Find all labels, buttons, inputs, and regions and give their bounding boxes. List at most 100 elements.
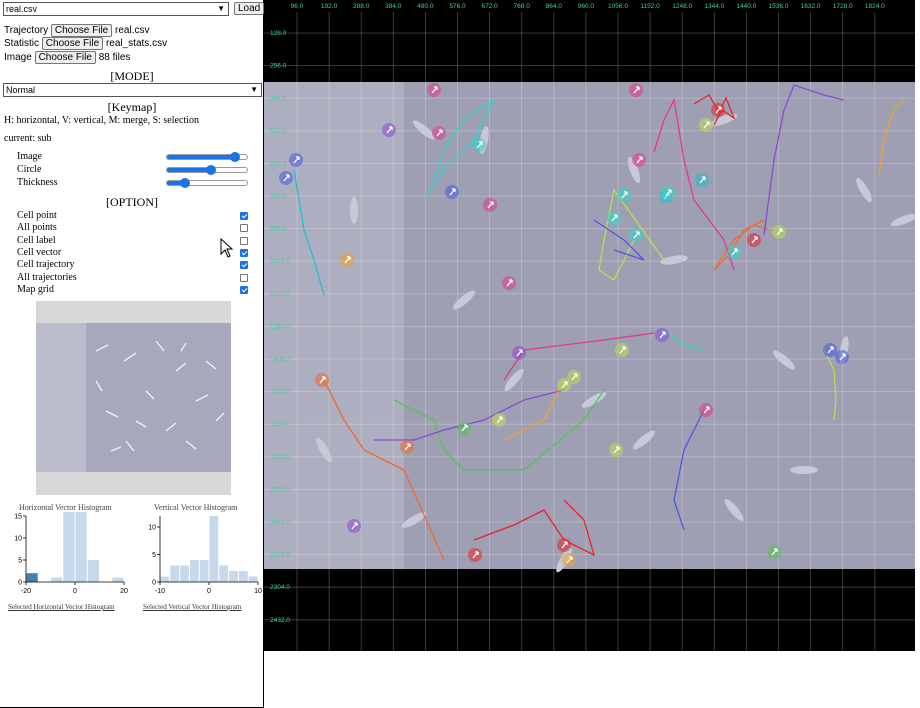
y-tick-label: 896.0: [270, 226, 287, 233]
image-preview[interactable]: [36, 301, 231, 495]
x-tick-label: 1152.0: [640, 3, 660, 10]
thickness-slider[interactable]: [166, 178, 248, 188]
vertical-bar[interactable]: [248, 576, 258, 583]
vertical-histogram[interactable]: -10 0 100510: [140, 512, 264, 600]
trajectory-file-row: Trajectory Choose File real.csv: [4, 24, 149, 37]
option-checkbox[interactable]: [240, 236, 248, 245]
x-tick-label: 20: [120, 588, 128, 595]
image-file-count: 88 files: [98, 52, 131, 63]
y-tick-label: 2176.0: [270, 552, 290, 559]
option-checkbox[interactable]: [240, 224, 248, 233]
option-checkbox[interactable]: [240, 273, 248, 282]
x-tick-label: 1632.0: [801, 3, 821, 10]
file-select-value: real.csv: [6, 4, 38, 14]
horizontal-bar[interactable]: [75, 512, 87, 582]
statistic-choose-file-button[interactable]: Choose File: [41, 37, 104, 50]
vertical-bar[interactable]: [189, 560, 199, 582]
x-tick-label: -10: [155, 588, 165, 595]
x-tick-label: 10: [254, 588, 262, 595]
image-choose-file-button[interactable]: Choose File: [34, 51, 96, 64]
x-tick-label: 960.0: [578, 3, 595, 10]
load-button[interactable]: Load: [234, 2, 265, 15]
horizontal-bar[interactable]: [26, 573, 38, 582]
y-tick-label: 0: [152, 580, 156, 587]
vertical-bar[interactable]: [229, 571, 238, 582]
x-tick-label: -20: [21, 588, 31, 595]
y-tick-label: 1920.0: [270, 486, 290, 493]
option-checkbox[interactable]: [240, 285, 248, 294]
image-file-row: Image Choose File 88 files: [4, 51, 130, 64]
x-tick-label: 864.0: [546, 3, 563, 10]
horizontal-bar[interactable]: [112, 577, 124, 582]
trajectory-map[interactable]: 96.0 192.0 288.0 384.0 480.0 576.0 672.0 768.0 8…: [264, 0, 915, 651]
y-tick-label: 1536.0: [270, 389, 290, 396]
option-checkbox[interactable]: [240, 212, 248, 220]
image-opacity-slider[interactable]: [166, 152, 248, 162]
option-label: All trajectories: [17, 271, 77, 283]
slider-thumb[interactable]: [206, 165, 216, 175]
circle-size-slider[interactable]: [166, 165, 248, 175]
x-tick-label: 1440.0: [736, 3, 756, 10]
chevron-down-icon: ▼: [217, 4, 225, 13]
mode-header: [MODE]: [110, 69, 154, 83]
y-tick-label: 10: [14, 536, 22, 543]
x-tick-label: 1248.0: [672, 3, 692, 10]
cell-body: [790, 466, 818, 474]
y-tick-label: 0: [18, 580, 22, 587]
vertical-bar[interactable]: [238, 571, 248, 582]
x-tick-label: 576.0: [449, 3, 466, 10]
trajectory-file-name: real.csv: [115, 25, 150, 36]
vertical-bar[interactable]: [219, 565, 229, 583]
x-tick-label: 1344.0: [704, 3, 724, 10]
y-tick-label: 384.0: [270, 95, 287, 102]
option-checkbox[interactable]: [240, 248, 248, 257]
selected-horizontal-histogram-link[interactable]: Selected Horizontal Vector Histogram: [8, 603, 115, 611]
slider-fill: [167, 155, 235, 159]
y-tick-label: 512.0: [270, 128, 287, 135]
thickness-slider-label: Thickness: [17, 177, 58, 188]
image-slider-label: Image: [17, 151, 42, 162]
x-tick-label: 1824.0: [865, 3, 885, 10]
mode-select[interactable]: Normal ▼: [3, 83, 262, 97]
trajectory-map-viewer[interactable]: 96.0 192.0 288.0 384.0 480.0 576.0 672.0 768.0 8…: [264, 0, 915, 651]
x-tick-label: 288.0: [353, 3, 370, 10]
slider-thumb[interactable]: [179, 178, 190, 188]
vertical-bar[interactable]: [199, 560, 209, 582]
x-tick-label: 0: [207, 588, 211, 595]
vertical-bar[interactable]: [209, 516, 219, 582]
option-checkbox[interactable]: [240, 261, 248, 270]
mode-select-value: Normal: [6, 85, 36, 95]
selected-vertical-histogram-link[interactable]: Selected Vertical Vector Histogram: [143, 603, 241, 611]
vertical-bar[interactable]: [170, 565, 180, 583]
x-tick-label: 96.0: [291, 3, 304, 10]
option-label: Cell vector: [17, 246, 62, 258]
image-label: Image: [4, 52, 32, 63]
y-tick-label: 640.0: [270, 160, 287, 167]
statistic-file-row: Statistic Choose File real_stats.csv: [4, 37, 167, 50]
vertical-bar[interactable]: [160, 576, 170, 583]
horizontal-bar[interactable]: [87, 560, 99, 582]
vertical-bar[interactable]: [180, 565, 189, 583]
x-tick-label: 384.0: [385, 3, 402, 10]
mouse-cursor-icon: [220, 238, 234, 258]
option-label: Cell point: [17, 210, 57, 221]
horizontal-bar[interactable]: [51, 577, 63, 582]
x-tick-label: 0: [73, 588, 77, 595]
slider-thumb[interactable]: [230, 152, 240, 162]
keymap-header: [Keymap]: [107, 100, 157, 114]
y-tick-label: 2304.0: [270, 584, 290, 591]
y-tick-label: 256.0: [270, 63, 287, 70]
horizontal-bar[interactable]: [63, 512, 75, 582]
vertical-histogram-title: Vertical Vector Histogram: [154, 503, 238, 512]
option-label: All points: [17, 222, 57, 234]
x-tick-label: 768.0: [514, 3, 531, 10]
option-label: Cell label: [17, 234, 56, 246]
horizontal-histogram[interactable]: -20 0 20051015: [6, 512, 130, 600]
file-select[interactable]: real.csv ▼: [3, 2, 229, 16]
trajectory-choose-file-button[interactable]: Choose File: [50, 24, 113, 37]
y-tick-label: 2432.0: [270, 617, 290, 624]
x-tick-label: 480.0: [417, 3, 434, 10]
y-tick-label: 10: [148, 525, 156, 532]
x-tick-label: 192.0: [321, 3, 338, 10]
option-label: Cell trajectory: [17, 259, 75, 271]
